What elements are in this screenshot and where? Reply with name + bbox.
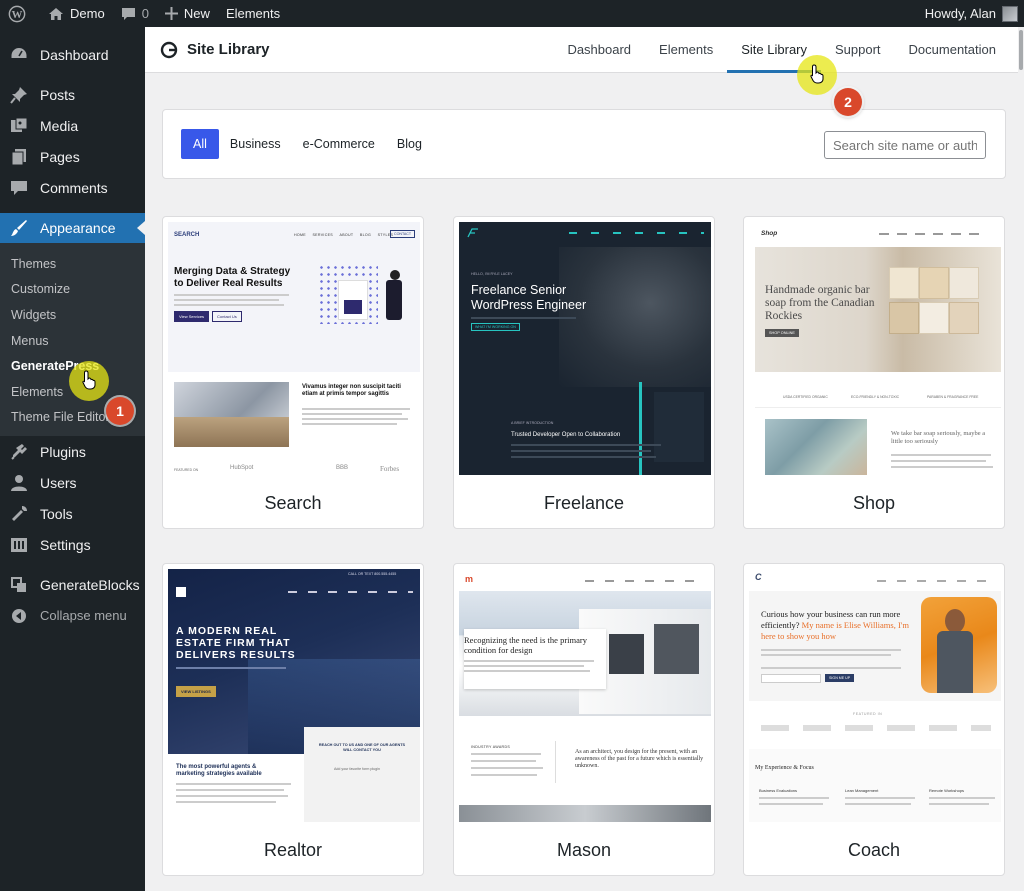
- site-preview-realtor: CALL OR TEXT 800.555.4455 A MODERN REAL …: [168, 569, 420, 822]
- mason-logo-icon: m: [465, 574, 474, 584]
- site-card-shop[interactable]: Shop Handmade organic bar soap from the …: [743, 216, 1005, 529]
- brush-icon: [10, 219, 28, 237]
- step-badge-1: 1: [106, 397, 134, 425]
- avatar[interactable]: [1002, 5, 1018, 22]
- site-name: Demo: [70, 6, 105, 21]
- media-icon: [10, 117, 28, 135]
- settings-icon: [10, 536, 28, 554]
- admin-bar: W Demo 0 New Elements Howdy, Alan: [0, 0, 1024, 27]
- home-icon: [49, 7, 63, 20]
- sidebar-item-media[interactable]: Media: [0, 110, 145, 141]
- sidebar-item-comments[interactable]: Comments: [0, 172, 145, 203]
- wordpress-logo-icon[interactable]: W: [0, 0, 40, 27]
- step-badge-2: 2: [834, 88, 862, 116]
- sidebar-item-posts[interactable]: Posts: [0, 79, 145, 110]
- tab-documentation[interactable]: Documentation: [895, 27, 1010, 73]
- site-card-title: Coach: [847, 840, 901, 860]
- sidebar-item-generateblocks[interactable]: GenerateBlocks: [0, 569, 145, 600]
- site-card-title: Realtor: [263, 840, 323, 860]
- plugin-icon: [10, 443, 28, 461]
- sidebar-item-settings[interactable]: Settings: [0, 529, 145, 560]
- new-content-link[interactable]: New: [157, 0, 218, 27]
- site-preview-mason: m Recognizing the need is the primary co…: [459, 569, 711, 822]
- top-navigation: Dashboard Elements Site Library Support …: [553, 27, 1010, 73]
- admin-sidebar: Dashboard Posts Media Pages Comments App…: [0, 27, 145, 891]
- site-card-title: Search: [264, 493, 322, 513]
- tab-dashboard[interactable]: Dashboard: [553, 27, 645, 73]
- site-name-link[interactable]: Demo: [40, 0, 113, 27]
- svg-text:W: W: [12, 9, 23, 21]
- site-preview-freelance: HELLO, I'M RYLE LACEY Freelance Senior W…: [459, 222, 711, 475]
- site-preview-coach: C Curious how your business can run more…: [749, 569, 1001, 822]
- site-card-search[interactable]: SEARCH HOME SERVICES ABOUT BLOG STYLES C…: [162, 216, 424, 529]
- site-card-coach[interactable]: C Curious how your business can run more…: [743, 563, 1005, 876]
- site-card-title: Freelance: [543, 493, 625, 513]
- new-label: New: [183, 6, 210, 21]
- wrench-icon: [10, 505, 28, 523]
- collapse-menu-button[interactable]: Collapse menu: [0, 600, 145, 631]
- freelance-logo-icon: [467, 228, 478, 238]
- site-card-mason[interactable]: m Recognizing the need is the primary co…: [453, 563, 715, 876]
- filter-ecommerce[interactable]: e-Commerce: [292, 129, 386, 159]
- filter-blog[interactable]: Blog: [386, 129, 433, 159]
- site-card-realtor[interactable]: CALL OR TEXT 800.555.4455 A MODERN REAL …: [162, 563, 424, 876]
- howdy-user[interactable]: Howdy, Alan: [925, 6, 996, 21]
- sidebar-item-dashboard[interactable]: Dashboard: [0, 39, 145, 70]
- elements-link[interactable]: Elements: [218, 0, 288, 27]
- generateblocks-icon: [10, 576, 28, 594]
- pages-icon: [10, 148, 28, 166]
- site-card-freelance[interactable]: HELLO, I'M RYLE LACEY Freelance Senior W…: [453, 216, 715, 529]
- sidebar-item-tools[interactable]: Tools: [0, 498, 145, 529]
- hand-cursor-icon: [810, 64, 824, 84]
- site-preview-shop: Shop Handmade organic bar soap from the …: [749, 222, 1001, 475]
- scrollbar[interactable]: [1018, 27, 1024, 891]
- filter-all[interactable]: All: [181, 129, 219, 159]
- pin-icon: [10, 86, 28, 104]
- collapse-icon: [10, 607, 28, 625]
- elements-label: Elements: [225, 6, 281, 21]
- filter-business[interactable]: Business: [219, 129, 292, 159]
- submenu-item-customize[interactable]: Customize: [0, 277, 145, 303]
- hand-cursor-icon: [82, 370, 96, 390]
- page-title: Site Library: [145, 41, 270, 59]
- site-card-title: Mason: [556, 840, 612, 860]
- search-input[interactable]: [824, 131, 986, 159]
- plus-icon: [164, 7, 178, 20]
- plugin-header: Site Library Dashboard Elements Site Lib…: [145, 27, 1018, 73]
- generatepress-logo-icon: [160, 41, 178, 58]
- comment-icon: [121, 7, 135, 20]
- sidebar-item-appearance[interactable]: Appearance: [0, 213, 145, 243]
- submenu-item-themes[interactable]: Themes: [0, 251, 145, 277]
- comments-count: 0: [141, 6, 149, 21]
- site-card-title: Shop: [852, 493, 896, 513]
- sidebar-item-users[interactable]: Users: [0, 467, 145, 498]
- comments-link[interactable]: 0: [113, 0, 157, 27]
- scrollbar-thumb[interactable]: [1019, 30, 1023, 70]
- submenu-item-widgets[interactable]: Widgets: [0, 302, 145, 328]
- sidebar-item-plugins[interactable]: Plugins: [0, 436, 145, 467]
- submenu-item-menus[interactable]: Menus: [0, 328, 145, 354]
- filter-bar: All Business e-Commerce Blog: [162, 109, 1006, 179]
- comment-icon: [10, 179, 28, 197]
- user-icon: [10, 474, 28, 492]
- dashboard-icon: [10, 46, 28, 64]
- tab-elements[interactable]: Elements: [645, 27, 727, 73]
- site-preview-search: SEARCH HOME SERVICES ABOUT BLOG STYLES C…: [168, 222, 420, 475]
- sidebar-item-pages[interactable]: Pages: [0, 141, 145, 172]
